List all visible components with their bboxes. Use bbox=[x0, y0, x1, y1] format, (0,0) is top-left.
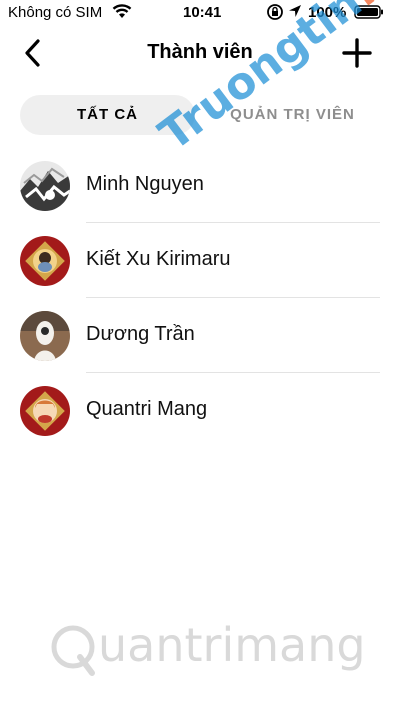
member-name: Dương Trần bbox=[86, 323, 195, 345]
member-row-duong-tran[interactable]: Dương Trần bbox=[0, 298, 400, 373]
location-arrow-icon bbox=[287, 3, 303, 23]
tab-admins[interactable]: QUẢN TRỊ VIÊN bbox=[205, 95, 380, 135]
battery-percent: 100% bbox=[308, 4, 347, 21]
battery-icon bbox=[354, 5, 384, 23]
member-filter-tabs: TẤT CẢ QUẢN TRỊ VIÊN bbox=[20, 95, 390, 135]
status-bar: Không có SIM 10:41 100% bbox=[0, 0, 400, 28]
member-list: Minh Nguyen Kiết Xu Kirimaru Dương Trần … bbox=[0, 148, 400, 448]
watermark-logo: uantrimang bbox=[48, 618, 366, 677]
carrier-label: Không có SIM bbox=[8, 4, 103, 21]
member-name: Minh Nguyen bbox=[86, 173, 204, 195]
wifi-icon bbox=[112, 3, 132, 23]
orientation-lock-icon bbox=[266, 3, 284, 25]
member-row-kiet-xu-kirimaru[interactable]: Kiết Xu Kirimaru bbox=[0, 223, 400, 298]
member-name: Quantri Mang bbox=[86, 398, 208, 420]
watermark-logo-text: uantrimang bbox=[98, 618, 366, 672]
avatar bbox=[20, 386, 70, 436]
q-logo-icon bbox=[51, 625, 95, 676]
avatar bbox=[20, 161, 70, 211]
avatar bbox=[20, 236, 70, 286]
nav-bar: Thành viên bbox=[0, 28, 400, 78]
avatar bbox=[20, 311, 70, 361]
member-row-quantri-mang[interactable]: Quantri Mang bbox=[0, 373, 400, 448]
member-row-minh-nguyen[interactable]: Minh Nguyen bbox=[0, 148, 400, 223]
clock-time: 10:41 bbox=[183, 4, 222, 21]
member-name: Kiết Xu Kirimaru bbox=[86, 248, 231, 270]
plus-icon bbox=[342, 38, 372, 68]
add-member-button[interactable] bbox=[340, 36, 374, 70]
tab-all[interactable]: TẤT CẢ bbox=[20, 95, 195, 135]
